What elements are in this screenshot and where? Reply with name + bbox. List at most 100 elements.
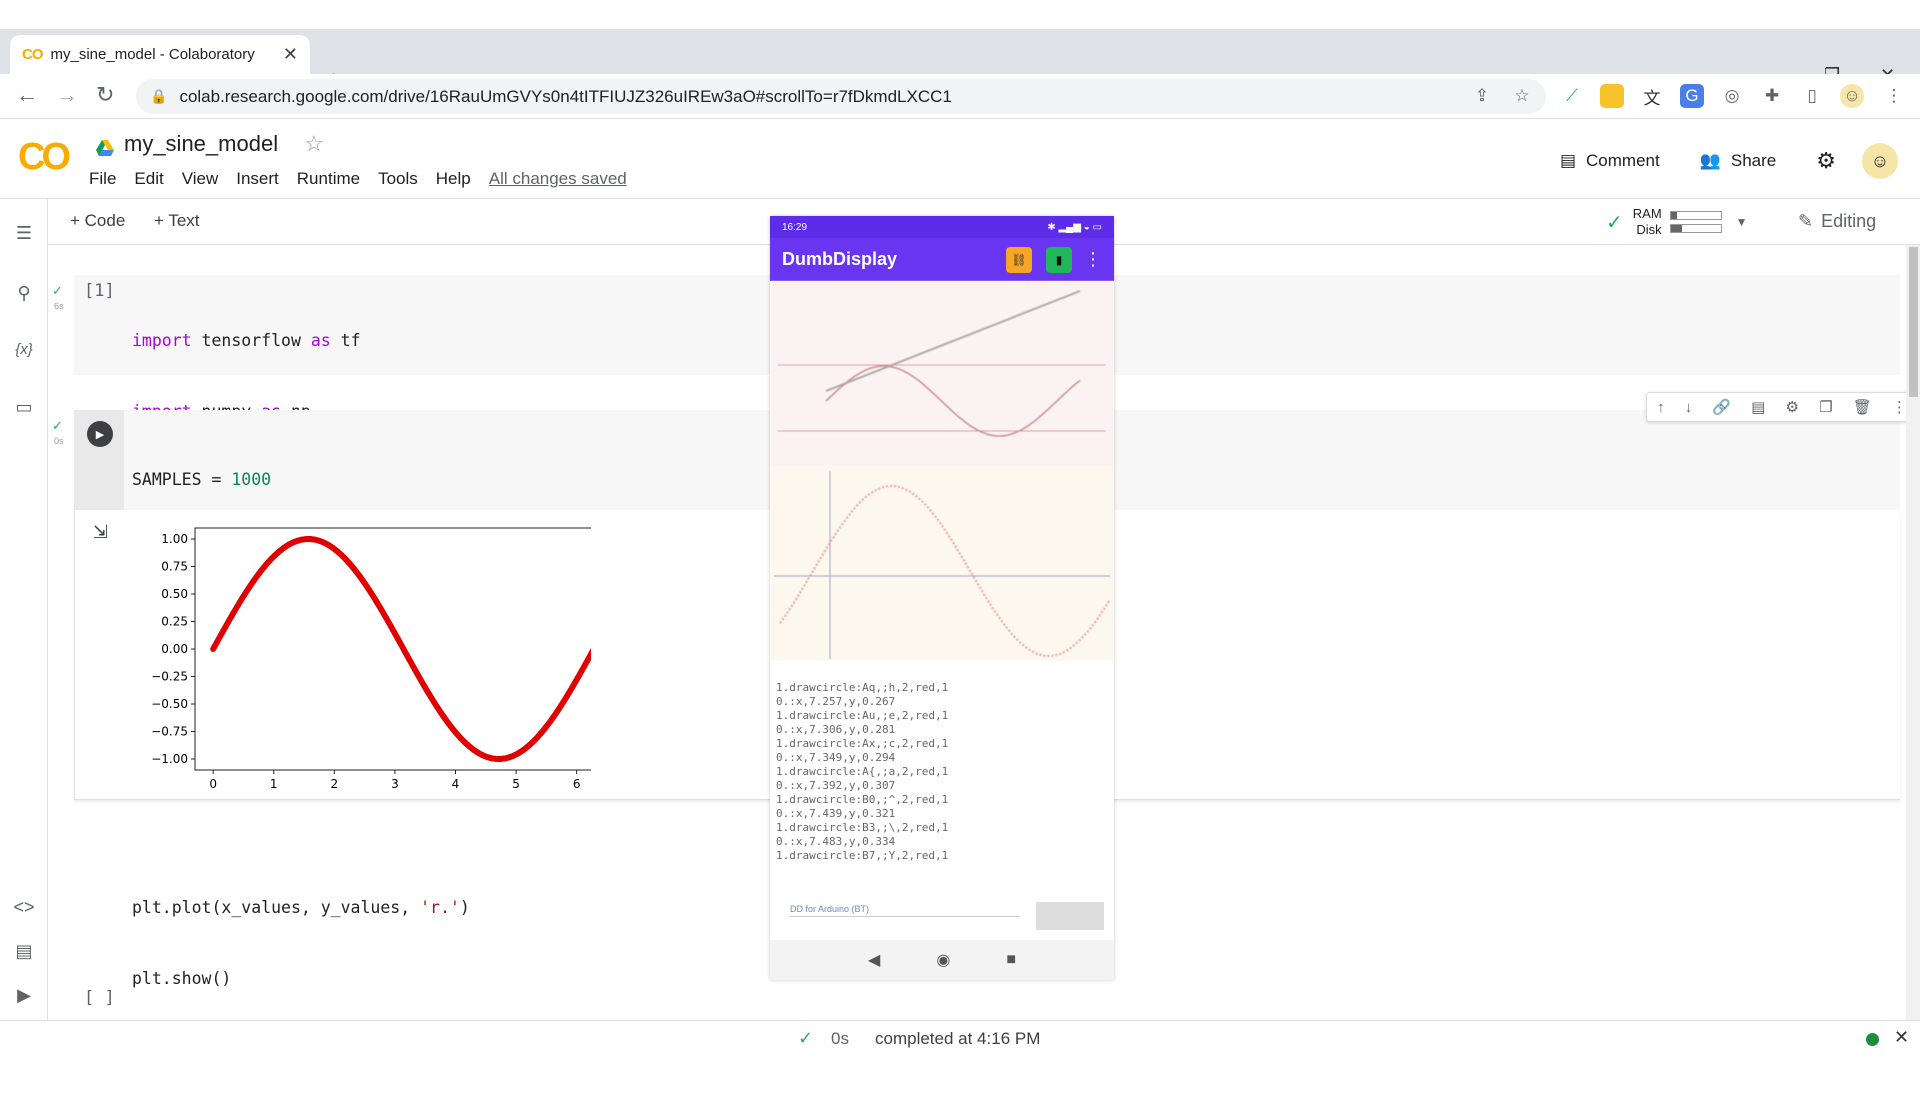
add-code-button[interactable]: + Code <box>70 211 125 231</box>
delete-cell-icon[interactable]: 🗑 <box>1853 398 1872 416</box>
back-icon[interactable]: ← <box>16 82 38 108</box>
google-drive-icon[interactable] <box>96 136 114 152</box>
terminal-icon[interactable]: ▶ <box>12 983 36 1007</box>
tab-title: my_sine_model - Colaboratory <box>51 46 283 63</box>
command-palette-icon[interactable]: ▤ <box>12 939 36 963</box>
menu-help[interactable]: Help <box>436 169 471 189</box>
url-text: colab.research.google.com/drive/16RauUmG… <box>179 87 951 107</box>
colab-logo[interactable]: CO <box>18 136 67 179</box>
resource-monitor[interactable]: ✓ RAM Disk ▼ <box>1606 206 1748 238</box>
runtime-dropdown-icon[interactable]: ▼ <box>1736 215 1748 229</box>
share-label: Share <box>1731 151 1776 171</box>
phone-text-input[interactable]: DD for Arduino (BT) <box>790 904 1020 917</box>
reload-icon[interactable]: ↻ <box>96 82 114 108</box>
address-bar-row: ← → ↻ 🔒 colab.research.google.com/drive/… <box>0 74 1920 119</box>
extension-yellow-icon[interactable] <box>1600 84 1624 108</box>
code-line: import tensorflow as tf <box>132 329 440 353</box>
browser-menu-icon[interactable]: ⋮ <box>1882 84 1906 108</box>
extension-translate-icon[interactable]: 文 <box>1640 84 1664 108</box>
editing-mode-button[interactable]: ✎ Editing <box>1798 211 1876 232</box>
x-tick-label: 4 <box>452 777 460 791</box>
cell-toolbar: ↑ ↓ 🔗 ▤ ⚙ ❐ 🗑 ⋮ <box>1646 392 1918 422</box>
colab-header: CO my_sine_model ☆ File Edit View Insert… <box>0 119 1920 199</box>
disk-bar-fill <box>1671 225 1682 232</box>
extensions-puzzle-icon[interactable]: ✚ <box>1760 84 1784 108</box>
extension-grammar-icon[interactable]: ◎ <box>1720 84 1744 108</box>
close-tab-icon[interactable]: ✕ <box>283 44 298 65</box>
mirror-cell-icon[interactable]: ❐ <box>1819 398 1832 416</box>
cell-run-time: 6s <box>54 301 64 311</box>
code-line: plt.plot(x_values, y_values, 'r.') <box>132 896 778 920</box>
x-tick-label: 3 <box>391 777 399 791</box>
link-to-cell-icon[interactable]: 🔗 <box>1712 398 1731 416</box>
notebook-title[interactable]: my_sine_model <box>124 131 278 157</box>
execution-success-icon: ✓ <box>798 1028 813 1049</box>
y-tick-label: −0.75 <box>151 725 188 739</box>
browser-tab-strip: CO my_sine_model - Colaboratory ✕ + ⌄ ─ … <box>0 29 1920 74</box>
add-text-button[interactable]: + Text <box>154 211 200 231</box>
phone-status-icons: ✱ ▂▄▆ ◒ ▭ <box>1047 222 1102 233</box>
phone-back-icon[interactable]: ◀ <box>868 950 880 970</box>
browser-tab[interactable]: CO my_sine_model - Colaboratory ✕ <box>10 35 310 74</box>
forward-icon[interactable]: → <box>56 82 78 108</box>
save-status-link[interactable]: All changes saved <box>489 169 627 189</box>
colab-favicon: CO <box>22 46 43 63</box>
close-status-icon[interactable]: ✕ <box>1894 1027 1909 1048</box>
unlink-icon[interactable]: ⛓ <box>1006 247 1032 273</box>
phone-plot-area <box>770 281 1114 681</box>
google-translate-icon[interactable]: G <box>1680 84 1704 108</box>
side-panel-icon[interactable]: ▯ <box>1800 84 1824 108</box>
move-cell-up-icon[interactable]: ↑ <box>1657 399 1665 416</box>
extension-chart-icon[interactable]: ⟋ <box>1560 84 1584 108</box>
search-icon[interactable]: ⚲ <box>12 281 36 305</box>
add-comment-icon[interactable]: ▤ <box>1751 398 1765 416</box>
menu-insert[interactable]: Insert <box>236 169 279 189</box>
disk-label: Disk <box>1633 222 1662 238</box>
ram-label: RAM <box>1633 206 1662 222</box>
output-actions-icon[interactable]: ⇲ <box>93 522 108 543</box>
menu-view[interactable]: View <box>182 169 219 189</box>
cell-run-success-icon: ✓ <box>52 283 63 299</box>
comment-button[interactable]: ▤ Comment <box>1560 151 1660 171</box>
menu-tools[interactable]: Tools <box>378 169 418 189</box>
settings-gear-icon[interactable]: ⚙ <box>1816 148 1836 174</box>
phone-menu-icon[interactable]: ⋮ <box>1084 249 1102 270</box>
menu-edit[interactable]: Edit <box>134 169 163 189</box>
y-tick-label: 0.75 <box>161 560 188 574</box>
code-snippets-icon[interactable]: <> <box>12 895 36 919</box>
notebook-scrollbar[interactable] <box>1906 245 1920 1020</box>
profile-icon[interactable]: ☺ <box>1840 84 1864 108</box>
star-notebook-icon[interactable]: ☆ <box>304 131 324 157</box>
trash-icon[interactable]: ▮ <box>1046 247 1072 273</box>
phone-app-bar: DumbDisplay ⛓ ▮ ⋮ <box>770 238 1114 281</box>
url-bar[interactable]: 🔒 colab.research.google.com/drive/16RauU… <box>136 79 1546 114</box>
menu-runtime[interactable]: Runtime <box>297 169 360 189</box>
files-folder-icon[interactable]: ▭ <box>12 395 36 419</box>
move-cell-down-icon[interactable]: ↓ <box>1685 399 1693 416</box>
table-of-contents-icon[interactable]: ☰ <box>12 221 36 245</box>
phone-send-button[interactable] <box>1036 902 1104 930</box>
scrollbar-thumb[interactable] <box>1909 247 1918 397</box>
phone-recents-icon[interactable]: ■ <box>1006 951 1016 969</box>
phone-status-bar: 16:29 ✱ ▂▄▆ ◒ ▭ <box>770 216 1114 238</box>
menu-bar: File Edit View Insert Runtime Tools Help… <box>89 169 645 189</box>
cell-settings-icon[interactable]: ⚙ <box>1786 398 1799 416</box>
share-button[interactable]: 👥 Share <box>1700 151 1777 171</box>
execution-count: [ ] <box>84 988 115 1008</box>
share-page-icon[interactable]: ⇪ <box>1470 84 1494 108</box>
cell-run-time: 0s <box>54 436 64 446</box>
comment-label: Comment <box>1586 151 1660 171</box>
menu-file[interactable]: File <box>89 169 116 189</box>
variables-icon[interactable]: {x} <box>12 337 36 361</box>
left-sidebar: ☰ ⚲ {x} ▭ <> ▤ ▶ <box>0 199 48 1020</box>
people-icon: 👥 <box>1700 151 1721 171</box>
bookmark-star-icon[interactable]: ☆ <box>1510 84 1534 108</box>
phone-nav-bar: ◀ ◉ ■ <box>770 940 1114 980</box>
y-tick-label: 0.25 <box>161 615 188 629</box>
run-cell-button[interactable]: ▶ <box>87 421 113 447</box>
code-cell-3[interactable]: [ ] y_values += 0.1 * np.random.randn(*y… <box>74 978 1900 1018</box>
cell-more-icon[interactable]: ⋮ <box>1892 398 1907 416</box>
pencil-icon: ✎ <box>1798 211 1813 232</box>
phone-home-icon[interactable]: ◉ <box>936 950 950 970</box>
user-avatar[interactable]: ☺ <box>1862 143 1898 179</box>
